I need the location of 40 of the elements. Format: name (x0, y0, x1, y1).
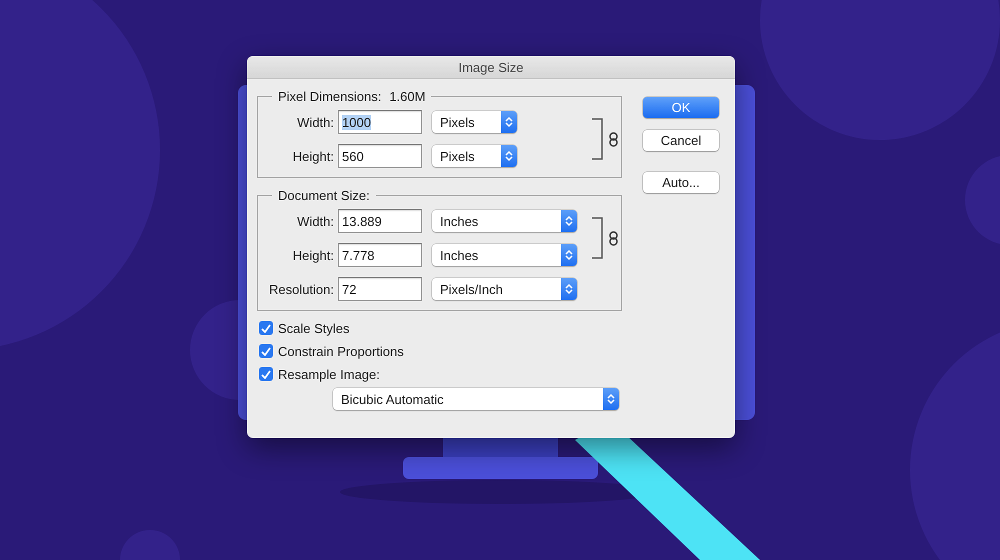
unit-dropdown[interactable]: Inches (432, 244, 577, 266)
stepper-arrows-icon (565, 249, 573, 261)
input-field[interactable]: 560 (338, 144, 422, 168)
checkbox[interactable] (259, 321, 273, 335)
stepper-arrows-icon (505, 150, 513, 162)
checkmark-icon (261, 370, 271, 378)
input-field[interactable]: 13.889 (338, 209, 422, 233)
unit-dropdown[interactable]: Inches (432, 210, 577, 232)
chain-link-icon (609, 230, 618, 246)
field-label: Height: (292, 248, 335, 262)
stepper-arrows-icon (505, 116, 513, 128)
checkbox-label: Constrain Proportions (278, 344, 404, 358)
field-label: Width: (296, 214, 335, 228)
checkmark-icon (261, 346, 271, 356)
group-label: Document Size: (278, 188, 370, 203)
unit-dropdown[interactable]: Pixels/Inch (432, 278, 577, 300)
group-label: Pixel Dimensions: (278, 89, 382, 104)
checkbox-label: Resample Image: (278, 366, 380, 382)
stepper-arrows-icon (607, 393, 615, 405)
ok-button[interactable]: OK (643, 97, 719, 118)
resample-dropdown[interactable]: Bicubic Automatic (333, 388, 619, 410)
checkbox-label: Scale Styles (278, 320, 350, 336)
field-label: Height: (292, 148, 335, 164)
input-field[interactable]: 72 (338, 277, 422, 301)
checkbox[interactable] (259, 367, 273, 381)
chain-link-icon (609, 132, 618, 146)
field-label: Width: (296, 114, 335, 130)
checkbox[interactable] (259, 344, 273, 358)
stepper-arrows-icon (565, 215, 573, 227)
unit-dropdown[interactable]: Pixels (432, 145, 517, 167)
group-value: 1.60M (389, 89, 426, 104)
unit-dropdown[interactable]: Pixels (432, 111, 517, 133)
field-label: Resolution: (268, 282, 335, 296)
input-field[interactable]: 1000 (338, 110, 422, 134)
dialog-button[interactable]: Auto... (643, 172, 719, 193)
dialog-title: Image Size (458, 60, 524, 74)
stepper-arrows-icon (565, 283, 573, 295)
dialog-button[interactable]: Cancel (643, 130, 719, 151)
input-field[interactable]: 7.778 (338, 243, 422, 267)
checkmark-icon (261, 324, 271, 332)
